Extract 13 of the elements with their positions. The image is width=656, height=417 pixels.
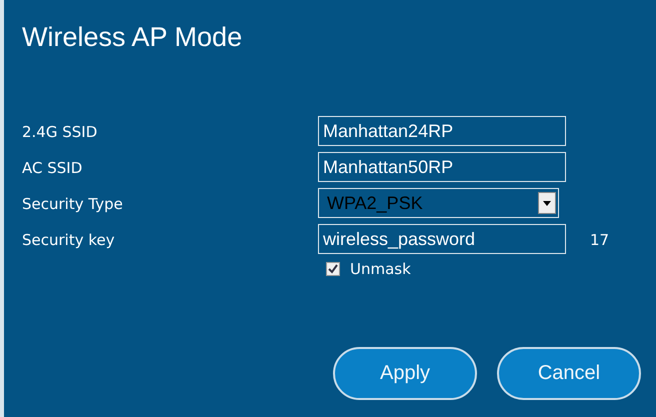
checkbox-label: Unmask (350, 260, 411, 278)
character-count: 17 (590, 230, 610, 248)
input-field[interactable]: Manhattan50RP (318, 152, 566, 182)
cancel-button[interactable]: Cancel (497, 347, 641, 400)
field-label: Security Type (22, 194, 123, 212)
input-field[interactable]: wireless_password (318, 224, 566, 254)
input-field[interactable]: Manhattan24RP (318, 116, 566, 146)
field-label: Security key (22, 230, 115, 248)
page-title: Wireless AP Mode (22, 21, 242, 54)
field-label: 2.4G SSID (22, 122, 98, 140)
field-label: AC SSID (22, 158, 82, 176)
apply-button[interactable]: Apply (333, 347, 477, 400)
unmask-checkbox[interactable] (326, 262, 340, 276)
